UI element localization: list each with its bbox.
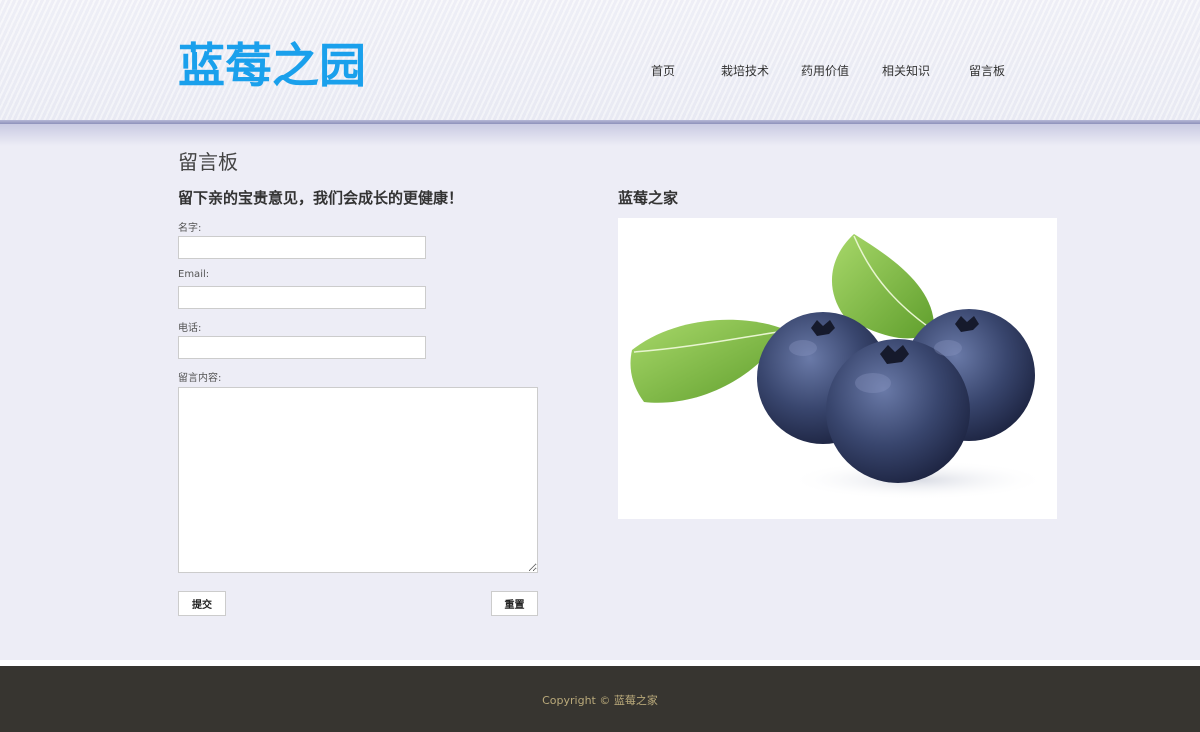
copyright-text: Copyright © 蓝莓之家 [542,694,658,707]
nav-item-guestbook[interactable]: 留言板 [969,62,1005,79]
nav-item-cultivation[interactable]: 栽培技术 [721,62,769,79]
site-logo[interactable]: 蓝莓之园 [178,38,366,96]
main-nav: 首页 栽培技术 药用价值 相关知识 留言板 [620,62,1040,80]
name-field[interactable] [178,236,426,259]
blueberries-illustration [630,234,1048,500]
site-header: 蓝莓之园 首页 栽培技术 药用价值 相关知识 留言板 [0,0,1200,122]
blueberry-image [618,218,1057,519]
header-shadow [0,124,1200,146]
page-title: 留言板 [178,150,238,174]
side-title: 蓝莓之家 [618,189,679,207]
submit-button[interactable]: 提交 [178,591,226,616]
phone-field[interactable] [178,336,426,359]
phone-label: 电话: [178,323,202,334]
reset-button[interactable]: 重置 [491,591,538,616]
message-label: 留言内容: [178,373,222,384]
name-label: 名字: [178,223,202,234]
email-label: Email: [178,269,210,280]
nav-item-home[interactable]: 首页 [651,62,675,79]
nav-item-medicinal-value[interactable]: 药用价值 [801,62,849,79]
form-subtitle: 留下亲的宝贵意见，我们会成长的更健康！ [178,189,464,207]
message-textarea[interactable] [178,387,538,573]
nav-item-knowledge[interactable]: 相关知识 [882,62,930,79]
email-field[interactable] [178,286,426,309]
